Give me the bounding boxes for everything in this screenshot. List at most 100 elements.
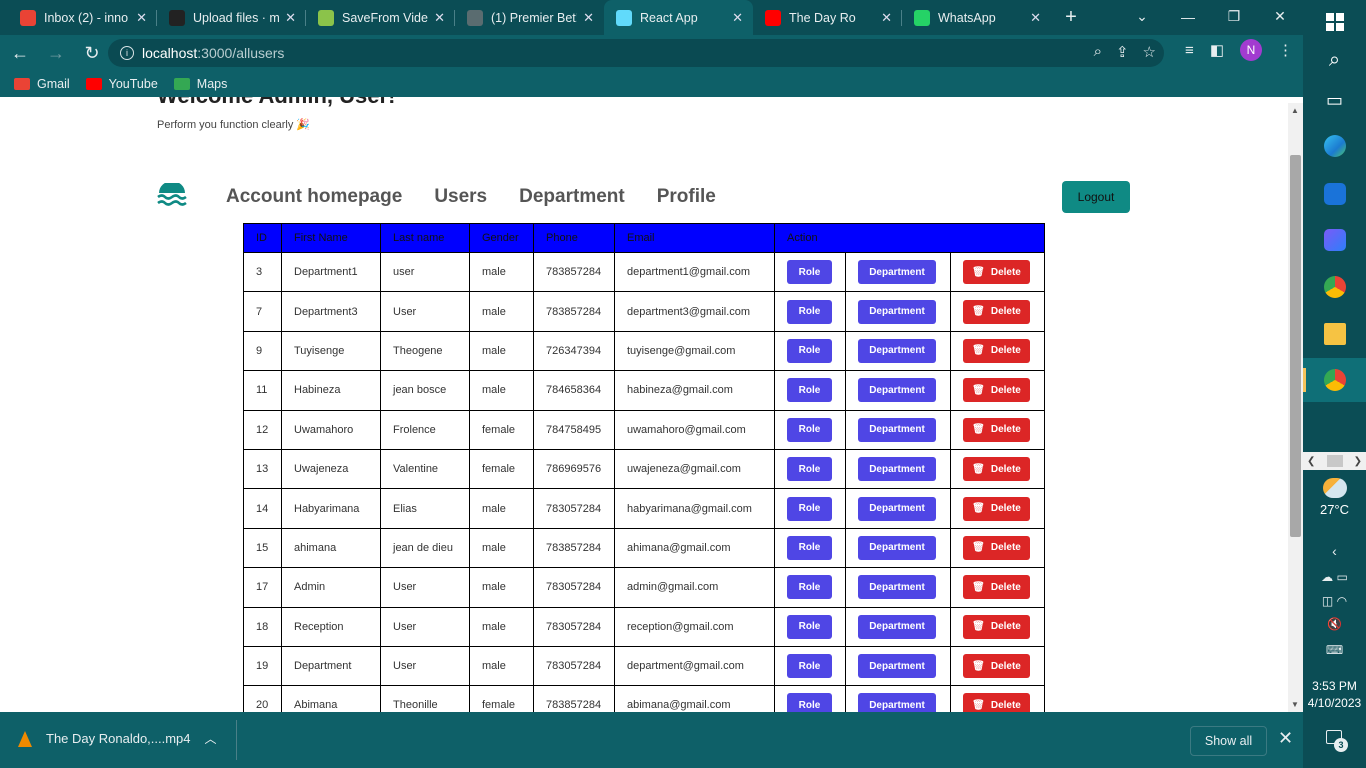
chrome-profile-icon[interactable]: [1303, 358, 1366, 402]
chevron-up-icon[interactable]: ︿: [205, 730, 217, 747]
delete-button[interactable]: 🗑 Delete: [963, 614, 1030, 639]
close-tab-icon[interactable]: ✕: [583, 10, 594, 26]
share-icon[interactable]: ⇪: [1116, 43, 1129, 61]
tab-5[interactable]: React App ✕: [604, 0, 753, 35]
scrollbar-thumb[interactable]: [1290, 155, 1301, 537]
tab-7[interactable]: WhatsApp ✕: [902, 0, 1051, 35]
delete-button[interactable]: 🗑 Delete: [963, 338, 1030, 363]
tab-1[interactable]: Inbox (2) - inno ✕: [8, 0, 157, 35]
role-button[interactable]: Role: [787, 614, 832, 639]
meet-icon[interactable]: ◫: [1322, 594, 1333, 608]
wifi-icon[interactable]: ◠: [1337, 594, 1347, 608]
nav-item-profile[interactable]: Profile: [657, 186, 716, 208]
copilot-icon[interactable]: [1303, 218, 1366, 262]
delete-button[interactable]: 🗑 Delete: [963, 378, 1030, 403]
role-button[interactable]: Role: [787, 338, 832, 363]
role-button[interactable]: Role: [787, 378, 832, 403]
restore-button[interactable]: ❐: [1211, 0, 1257, 33]
menu-icon[interactable]: ⋮: [1278, 41, 1293, 59]
wave-logo-icon[interactable]: [157, 183, 187, 209]
department-button[interactable]: Department: [858, 457, 936, 482]
clock[interactable]: 3:53 PM 4/10/2023: [1303, 678, 1366, 712]
tab-4[interactable]: (1) Premier Bet! ✕: [455, 0, 604, 35]
scroll-down-icon[interactable]: ▼: [1291, 700, 1299, 709]
close-icon[interactable]: ✕: [1278, 728, 1293, 749]
bookmark-youtube[interactable]: YouTube: [85, 77, 158, 91]
new-tab-button[interactable]: +: [1051, 0, 1091, 35]
department-button[interactable]: Department: [858, 654, 936, 679]
tab-2[interactable]: Upload files · m ✕: [157, 0, 306, 35]
close-tab-icon[interactable]: ✕: [732, 10, 743, 26]
close-tab-icon[interactable]: ✕: [881, 10, 892, 26]
delete-button[interactable]: 🗑 Delete: [963, 496, 1030, 521]
volume-muted-icon[interactable]: 🔇: [1303, 617, 1366, 631]
weather-widget[interactable]: 27°C: [1303, 478, 1366, 517]
scroll-up-icon[interactable]: ▲: [1291, 106, 1299, 115]
tab-3[interactable]: SaveFrom Video ✕: [306, 0, 455, 35]
delete-button[interactable]: 🗑 Delete: [963, 299, 1030, 324]
logout-button[interactable]: Logout: [1062, 181, 1130, 213]
role-button[interactable]: Role: [787, 693, 832, 712]
tab-6[interactable]: The Day Ro ✕: [753, 0, 902, 35]
zoom-icon[interactable]: ⌕: [1094, 43, 1102, 61]
delete-button[interactable]: 🗑 Delete: [963, 260, 1030, 285]
keyboard-icon[interactable]: ⌨: [1303, 643, 1366, 657]
close-tab-icon[interactable]: ✕: [434, 10, 445, 26]
nav-item-users[interactable]: Users: [434, 186, 487, 208]
nav-item-account-homepage[interactable]: Account homepage: [226, 186, 402, 208]
search-icon[interactable]: ⌕: [1303, 38, 1366, 82]
role-button[interactable]: Role: [787, 299, 832, 324]
file-explorer-icon[interactable]: [1303, 312, 1366, 356]
side-panel-icon[interactable]: ◧: [1210, 41, 1224, 59]
department-button[interactable]: Department: [858, 496, 936, 521]
media-control-icon[interactable]: ≡: [1185, 42, 1194, 59]
chrome-icon[interactable]: [1303, 265, 1366, 309]
role-button[interactable]: Role: [787, 575, 832, 600]
department-button[interactable]: Department: [858, 535, 936, 560]
department-button[interactable]: Department: [858, 417, 936, 442]
back-icon[interactable]: ←: [4, 37, 36, 69]
delete-button[interactable]: 🗑 Delete: [963, 654, 1030, 679]
nav-item-department[interactable]: Department: [519, 186, 625, 208]
battery-icon[interactable]: ▭: [1337, 570, 1348, 584]
profile-avatar[interactable]: N: [1240, 39, 1262, 61]
page-scrollbar[interactable]: ▲ ▼: [1288, 103, 1303, 712]
role-button[interactable]: Role: [787, 654, 832, 679]
taskbar-scroll-thumb[interactable]: [1326, 455, 1343, 467]
onedrive-icon[interactable]: ☁: [1321, 570, 1333, 584]
role-button[interactable]: Role: [787, 417, 832, 442]
delete-button[interactable]: 🗑 Delete: [963, 693, 1030, 712]
address-bar[interactable]: i localhost:3000/allusers ⌕ ⇪ ☆: [108, 39, 1164, 67]
tab-search-icon[interactable]: ⌄: [1119, 0, 1165, 33]
department-button[interactable]: Department: [858, 378, 936, 403]
forward-icon[interactable]: →: [40, 37, 72, 69]
download-item[interactable]: The Day Ronaldo,....mp4 ︿: [18, 730, 217, 747]
chevron-left-icon[interactable]: ‹: [1303, 543, 1366, 559]
scroll-right-icon[interactable]: ❯: [1354, 456, 1362, 467]
department-button[interactable]: Department: [858, 338, 936, 363]
taskbar-scroll[interactable]: ❮ ❯: [1303, 452, 1366, 470]
delete-button[interactable]: 🗑 Delete: [963, 575, 1030, 600]
scroll-left-icon[interactable]: ❮: [1307, 456, 1315, 467]
department-button[interactable]: Department: [858, 299, 936, 324]
mail-icon[interactable]: [1303, 172, 1366, 216]
show-all-button[interactable]: Show all: [1190, 726, 1267, 756]
department-button[interactable]: Department: [858, 614, 936, 639]
delete-button[interactable]: 🗑 Delete: [963, 417, 1030, 442]
close-tab-icon[interactable]: ✕: [1030, 10, 1041, 26]
task-view-icon[interactable]: ▭: [1303, 78, 1366, 122]
minimize-button[interactable]: —: [1165, 0, 1211, 33]
close-tab-icon[interactable]: ✕: [136, 10, 147, 26]
site-info-icon[interactable]: i: [120, 46, 134, 60]
delete-button[interactable]: 🗑 Delete: [963, 535, 1030, 560]
edge-icon[interactable]: [1303, 124, 1366, 168]
department-button[interactable]: Department: [858, 693, 936, 712]
department-button[interactable]: Department: [858, 575, 936, 600]
delete-button[interactable]: 🗑 Delete: [963, 457, 1030, 482]
department-button[interactable]: Department: [858, 260, 936, 285]
close-window-button[interactable]: ✕: [1257, 0, 1303, 33]
reload-icon[interactable]: ↻: [76, 37, 108, 69]
role-button[interactable]: Role: [787, 535, 832, 560]
role-button[interactable]: Role: [787, 496, 832, 521]
bookmark-maps[interactable]: Maps: [173, 77, 227, 91]
